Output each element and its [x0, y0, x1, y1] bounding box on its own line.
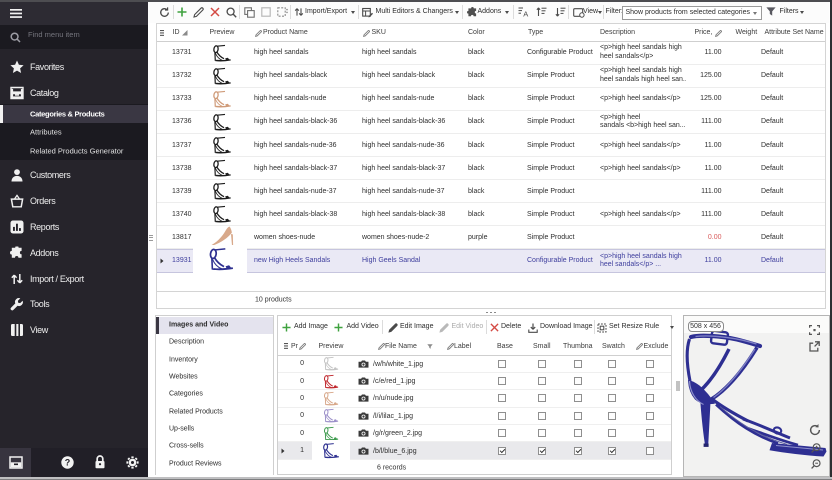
svg-text:A: A	[523, 10, 528, 17]
svg-text:?: ?	[65, 458, 71, 468]
